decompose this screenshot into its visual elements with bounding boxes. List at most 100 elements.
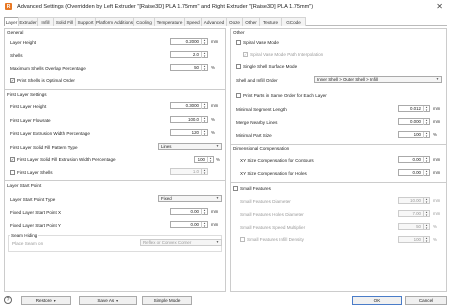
sf-holes-diameter-input[interactable]: 7.00 ▲ ▼ xyxy=(398,210,430,217)
single-shell-label: Single Shell Surface Mode xyxy=(243,64,298,69)
xy-holes-input[interactable]: 0.00 ▲ ▼ xyxy=(398,169,430,176)
general-section-title: General xyxy=(7,30,24,35)
first-layer-height-label: First Layer Height xyxy=(10,104,47,109)
seam-hiding-title: Seam Hiding xyxy=(10,233,39,238)
first-layer-extrusion-width-label: First Layer Extrusion Width Percentage xyxy=(10,131,90,136)
xy-contours-label: XY Size Compensation for Contours xyxy=(240,158,314,163)
layer-height-input[interactable]: 0.2000 ▲ ▼ xyxy=(170,38,208,45)
shell-infill-order-select[interactable]: Inner Shell > Outer Shell > Infill ▼ xyxy=(314,76,442,83)
ok-button[interactable]: OK xyxy=(352,296,402,305)
other-section-title: Other xyxy=(233,30,245,35)
min-segment-label: Minimal Segment Length xyxy=(236,107,287,112)
seam-placement-label: Place Seam on xyxy=(12,241,44,246)
xy-holes-unit: mm xyxy=(433,170,441,175)
layer-start-x-input[interactable]: 0.00 ▲ ▼ xyxy=(170,208,208,215)
single-shell-checkbox[interactable] xyxy=(236,64,241,69)
print-shells-optimal-label: Print Shells is Optimal Order xyxy=(17,78,75,83)
simple-mode-button[interactable]: Simple Mode xyxy=(142,296,192,305)
layer-height-unit: mm xyxy=(211,39,219,44)
first-layer-solid-fill-width-label: First Layer Solid Fill Extrusion Width P… xyxy=(17,157,116,162)
cancel-button[interactable]: Cancel xyxy=(405,296,447,305)
layer-start-type-label: Layer Start Point Type xyxy=(10,197,56,202)
dimensional-section-title: Dimensional Compensation xyxy=(233,146,290,151)
min-segment-unit: mm xyxy=(433,106,441,111)
tab-infill[interactable]: Infill xyxy=(37,17,54,26)
sf-infill-density-input[interactable]: 100 ▲ ▼ xyxy=(398,236,430,243)
help-icon[interactable]: ? xyxy=(4,296,12,304)
chevron-down-icon: ▼ xyxy=(115,299,119,303)
save-as-button[interactable]: Save As ▼ xyxy=(79,296,137,305)
first-layer-height-unit: mm xyxy=(211,103,219,108)
first-layer-solid-fill-pattern-label: First Layer Solid Fill Pattern Type xyxy=(10,145,78,150)
sf-infill-density-label: Small Features Infill Density xyxy=(247,237,304,242)
chevron-down-icon: ▼ xyxy=(215,196,219,200)
tab-ooze[interactable]: Ooze xyxy=(226,17,243,26)
app-icon: R xyxy=(5,3,12,10)
first-layer-flowrate-input[interactable]: 100.0 ▲ ▼ xyxy=(170,116,208,123)
tab-gcode[interactable]: GCode xyxy=(281,17,306,26)
first-layer-solid-fill-width-checkbox[interactable]: ✓ xyxy=(10,157,15,162)
chevron-down-icon: ▼ xyxy=(215,240,219,244)
dimensional-divider xyxy=(231,144,446,145)
tab-support[interactable]: Support xyxy=(75,17,96,26)
sf-diameter-unit: mm xyxy=(433,198,441,203)
xy-contours-input[interactable]: 0.00 ▲ ▼ xyxy=(398,156,430,163)
tab-temperature[interactable]: Temperature xyxy=(154,17,185,26)
max-shells-overlap-input[interactable]: 50 ▲ ▼ xyxy=(170,64,208,71)
min-segment-input[interactable]: 0.012 ▲ ▼ xyxy=(398,105,430,112)
same-order-checkbox[interactable] xyxy=(236,93,241,98)
print-shells-optimal-checkbox[interactable]: ✓ xyxy=(10,78,15,83)
sf-infill-density-checkbox[interactable] xyxy=(240,237,245,242)
sf-infill-density-unit: % xyxy=(433,237,437,242)
merge-lines-label: Merge Nearby Lines xyxy=(236,120,278,125)
tab-layer[interactable]: Layer xyxy=(4,17,19,26)
small-features-checkbox[interactable] xyxy=(233,186,238,191)
chevron-down-icon: ▼ xyxy=(435,77,439,81)
layer-start-y-input[interactable]: 0.00 ▲ ▼ xyxy=(170,221,208,228)
first-layer-height-input[interactable]: 0.3000 ▲ ▼ xyxy=(170,102,208,109)
first-layer-shells-label: First Layer Shells xyxy=(17,170,53,175)
xy-holes-label: XY Size Compensation for Holes xyxy=(240,171,307,176)
tab-advanced[interactable]: Advanced xyxy=(201,17,227,26)
tab-platform-additions[interactable]: Platform Additions xyxy=(95,17,134,26)
sf-speed-multiplier-unit: % xyxy=(433,224,437,229)
first-layer-solid-fill-width-unit: % xyxy=(216,157,220,162)
first-layer-shells-input[interactable]: 1.0 ▲ ▼ xyxy=(170,168,208,175)
tab-other[interactable]: Other xyxy=(242,17,260,26)
sf-speed-multiplier-input[interactable]: 50 ▲ ▼ xyxy=(398,223,430,230)
tab-speed[interactable]: Speed xyxy=(184,17,202,26)
close-icon[interactable]: ✕ xyxy=(436,2,443,11)
first-layer-section-title: First Layer Settings xyxy=(7,92,47,97)
first-layer-flowrate-unit: % xyxy=(211,117,215,122)
first-layer-extrusion-width-input[interactable]: 120 ▲ ▼ xyxy=(170,129,208,136)
shells-input[interactable]: 2.0 ▲ ▼ xyxy=(170,51,208,58)
first-layer-solid-fill-pattern-select[interactable]: Lines ▼ xyxy=(158,143,222,150)
merge-lines-input[interactable]: 0.000 ▲ ▼ xyxy=(398,118,430,125)
spiral-vase-interp-checkbox[interactable]: ✓ xyxy=(243,52,248,57)
title-bar: R Advanced Settings (Overridden by Left … xyxy=(0,0,451,13)
same-order-label: Print Parts in Same Order for Each Layer xyxy=(243,93,327,98)
tab-texture[interactable]: Texture xyxy=(259,17,282,26)
layer-start-x-unit: mm xyxy=(211,209,219,214)
tab-cooling[interactable]: Cooling xyxy=(133,17,155,26)
spiral-vase-checkbox[interactable] xyxy=(236,40,241,45)
restore-button[interactable]: Restore ▼ xyxy=(21,296,71,305)
first-layer-solid-fill-width-input[interactable]: 100 ▲ ▼ xyxy=(194,156,214,163)
chevron-down-icon: ▼ xyxy=(215,144,219,148)
max-shells-overlap-label: Maximum Shells Overlap Percentage xyxy=(10,66,86,71)
tab-solid-fill[interactable]: Solid Fill xyxy=(53,17,76,26)
small-features-divider xyxy=(231,182,446,183)
tab-bar: Layer Extruder Infill Solid Fill Support Plat… xyxy=(4,17,447,26)
min-part-size-label: Minimal Part Size xyxy=(236,133,272,138)
layer-start-y-unit: mm xyxy=(211,222,219,227)
spiral-vase-label: Spiral Vase Mode xyxy=(243,40,279,45)
layer-start-type-select[interactable]: Fixed ▼ xyxy=(158,195,222,202)
seam-placement-select[interactable]: Reflex or Convex Corner ▼ xyxy=(140,239,222,246)
layer-start-y-label: Fixed Layer Start Point Y xyxy=(10,223,61,228)
sf-diameter-input[interactable]: 10.00 ▲ ▼ xyxy=(398,197,430,204)
tab-extruder[interactable]: Extruder xyxy=(18,17,38,26)
merge-lines-unit: mm xyxy=(433,119,441,124)
first-layer-shells-checkbox[interactable] xyxy=(10,170,15,175)
max-shells-overlap-unit: % xyxy=(211,65,215,70)
min-part-size-input[interactable]: 100 ▲ ▼ xyxy=(398,131,430,138)
